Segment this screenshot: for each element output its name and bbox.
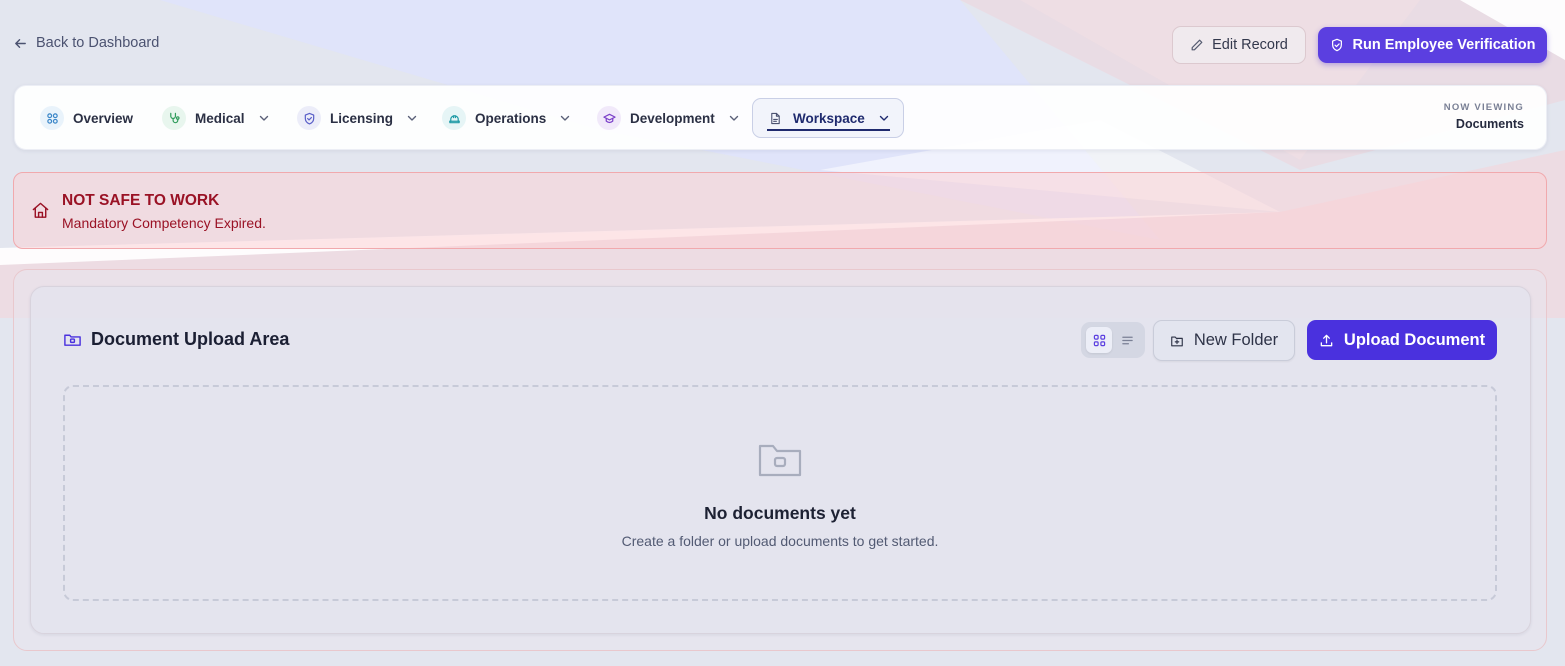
tab-overview[interactable]: Overview <box>40 103 133 133</box>
now-viewing-label: NOW VIEWING <box>1443 102 1524 113</box>
document-dropzone[interactable] <box>63 385 1497 601</box>
new-folder-label: New Folder <box>1193 331 1279 349</box>
document-icon <box>766 109 784 127</box>
list-view-button[interactable] <box>1114 327 1140 353</box>
folder-plus-icon <box>1170 335 1183 346</box>
grid-icon <box>40 106 64 130</box>
back-link-label: Back to Dashboard <box>36 35 160 51</box>
hardhat-icon <box>442 106 466 130</box>
stethoscope-icon <box>162 106 186 130</box>
document-upload-header: Document Upload Area <box>63 329 289 350</box>
alert-title: NOT SAFE TO WORK <box>62 192 220 209</box>
tab-medical[interactable]: Medical <box>162 103 270 133</box>
grid-view-button[interactable] <box>1086 327 1112 353</box>
tab-workspace[interactable]: Workspace <box>752 98 904 138</box>
tab-label: Medical <box>195 110 245 126</box>
tab-label: Overview <box>73 110 134 126</box>
edit-record-button[interactable]: Edit Record <box>1172 26 1306 64</box>
top-bar: Back to Dashboard Edit Record Run Employ… <box>0 0 1565 86</box>
run-verification-button[interactable]: Run Employee Verification <box>1318 27 1547 63</box>
tab-development[interactable]: Development <box>597 103 740 133</box>
now-viewing-value: Documents <box>1455 117 1524 131</box>
new-folder-button[interactable]: New Folder <box>1153 320 1295 361</box>
active-tab-underline <box>767 129 890 131</box>
upload-document-button[interactable]: Upload Document <box>1307 320 1497 360</box>
shield-icon <box>297 106 321 130</box>
edit-record-label: Edit Record <box>1212 37 1288 53</box>
graduation-cap-icon <box>597 106 621 130</box>
view-mode-toggle <box>1081 322 1145 358</box>
chevron-down-icon <box>561 115 570 121</box>
tab-operations[interactable]: Operations <box>442 103 571 133</box>
grid-icon <box>1093 334 1105 346</box>
back-to-dashboard-link[interactable]: Back to Dashboard <box>13 35 159 51</box>
chevron-down-icon <box>259 115 268 121</box>
empty-state-subtitle: Create a folder or upload documents to g… <box>621 533 939 549</box>
alert-message: Mandatory Competency Expired. <box>62 215 266 231</box>
empty-folder-icon <box>758 444 802 477</box>
tab-label: Workspace <box>793 110 865 126</box>
run-verification-label: Run Employee Verification <box>1352 37 1536 53</box>
tab-label: Development <box>630 110 715 126</box>
folder-icon <box>64 334 81 346</box>
list-icon <box>1121 336 1133 344</box>
now-viewing: NOW VIEWING Documents <box>1444 102 1524 131</box>
house-icon <box>32 202 49 218</box>
chevron-down-icon <box>729 115 738 121</box>
chevron-down-icon <box>879 115 888 121</box>
empty-state-title: No documents yet <box>704 503 856 523</box>
section-nav: Overview Medical Licensing Operations De… <box>14 85 1547 150</box>
shield-check-icon <box>1331 38 1342 52</box>
upload-document-label: Upload Document <box>1343 330 1486 349</box>
chevron-down-icon <box>407 115 417 121</box>
pencil-icon <box>1191 39 1203 51</box>
tab-label: Operations <box>475 110 547 126</box>
tab-label: Licensing <box>330 110 394 126</box>
document-upload-title: Document Upload Area <box>91 329 290 349</box>
upload-icon <box>1320 334 1333 346</box>
safety-alert-banner: NOT SAFE TO WORK Mandatory Competency Ex… <box>13 172 1547 249</box>
tab-licensing[interactable]: Licensing <box>297 103 418 133</box>
arrow-left-icon <box>15 38 26 48</box>
